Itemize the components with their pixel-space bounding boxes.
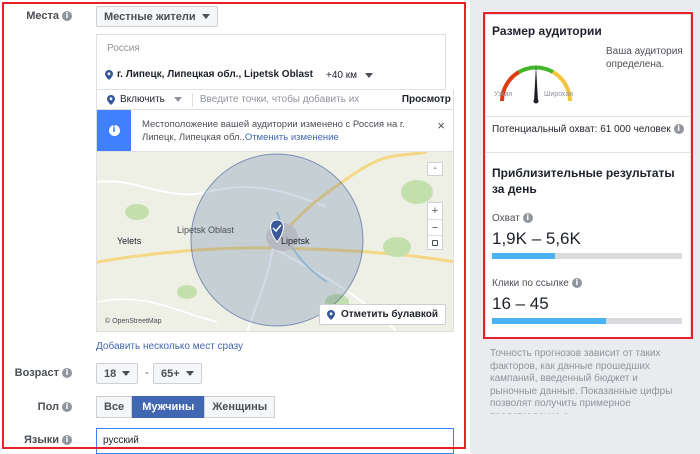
audience-size-card: Размер аудитории Узкая Широкая Ваша ауди… <box>485 14 691 156</box>
drop-pin-button[interactable]: Отметить булавкой <box>319 304 447 325</box>
audience-type-label: Местные жители <box>104 10 196 23</box>
divider <box>191 92 193 107</box>
include-dropdown[interactable]: Включить <box>120 94 182 105</box>
location-pin-icon <box>327 309 335 320</box>
language-token: русский <box>103 435 139 446</box>
age-max-dropdown[interactable]: 65+ <box>153 363 202 384</box>
potential-reach-text: Потенциальный охват: 61 000 человек <box>492 124 671 135</box>
gender-label: Пол i <box>38 401 72 413</box>
clicks-bar-fill <box>492 318 606 324</box>
info-icon[interactable]: i <box>62 435 72 446</box>
languages-input[interactable]: русский <box>96 428 454 454</box>
country-label: Россия <box>107 43 140 54</box>
drop-pin-label: Отметить булавкой <box>341 309 439 320</box>
gauge-narrow-label: Узкая <box>494 91 513 98</box>
age-min-value: 18 <box>104 367 117 380</box>
age-label: Возраст i <box>15 367 72 379</box>
chevron-down-icon <box>365 73 373 78</box>
info-icon[interactable]: i <box>62 402 72 413</box>
city-name: г. Липецк, Липецкая обл., Lipetsk Oblast <box>117 69 313 80</box>
chevron-down-icon <box>201 14 210 19</box>
collapse-map-button[interactable]: - <box>427 162 443 176</box>
languages-label: Языки i <box>24 434 72 446</box>
estimated-results-title: Приблизительные результаты за день <box>492 166 675 196</box>
reach-bar-fill <box>492 253 555 259</box>
reach-value: 1,9K – 5,6K <box>492 229 581 248</box>
audience-gauge-icon <box>500 65 572 104</box>
audience-size-title: Размер аудитории <box>492 24 602 38</box>
info-icon: i <box>108 125 120 136</box>
location-item: г. Липецк, Липецкая обл., Lipetsk Oblast <box>117 69 313 80</box>
age-separator: - <box>145 367 149 379</box>
audience-status: Ваша аудитория определена. <box>606 46 683 70</box>
audience-type-dropdown[interactable]: Местные жители <box>96 6 218 27</box>
gender-option-all[interactable]: Все <box>96 396 133 418</box>
include-label: Включить <box>120 94 165 105</box>
alert-message: Местоположение вашей аудитории изменено … <box>142 118 412 144</box>
zoom-in-button[interactable]: + <box>428 203 442 219</box>
alert-sidebar: i <box>97 110 131 151</box>
location-pin-icon <box>105 70 113 80</box>
add-bulk-locations-link[interactable]: Добавить несколько мест сразу <box>96 341 243 352</box>
reach-label-row: Охват i <box>492 213 533 224</box>
locations-label: Места i <box>26 10 72 22</box>
gender-option-women[interactable]: Женщины <box>204 396 276 418</box>
clicks-bar <box>492 318 682 324</box>
info-icon[interactable]: i <box>62 368 72 379</box>
gender-option-men[interactable]: Мужчины <box>132 396 205 418</box>
estimated-results-card: Приблизительные результаты за день Охват… <box>485 152 691 338</box>
location-map[interactable]: Lipetsk Oblast Lipetsk Yelets © OpenStre… <box>96 152 454 332</box>
divider <box>486 116 690 117</box>
clicks-label: Клики по ссылке <box>492 278 569 289</box>
map-zoom-controls: + − <box>427 202 443 250</box>
include-bar: Включить Введите точки, чтобы добавить и… <box>96 90 454 110</box>
location-pin-icon <box>107 94 115 105</box>
potential-reach: Потенциальный охват: 61 000 человек i <box>492 124 684 135</box>
browse-button[interactable]: Просмотр <box>402 94 451 105</box>
zoom-out-button[interactable]: − <box>428 219 442 235</box>
yelets-label: Yelets <box>117 236 142 246</box>
info-icon[interactable]: i <box>62 11 72 22</box>
targeting-panel: Места i Местные жители Россия г. Липецк, … <box>0 0 470 454</box>
map-attribution: © OpenStreetMap <box>105 318 162 325</box>
info-icon[interactable]: i <box>673 124 684 135</box>
undo-change-link[interactable]: Отменить изменение <box>245 132 339 143</box>
clicks-value: 16 – 45 <box>492 294 549 313</box>
reach-bar <box>492 253 682 259</box>
location-changed-alert: i Местоположение вашей аудитории изменен… <box>96 110 454 152</box>
chevron-down-icon <box>122 371 131 376</box>
selected-locations-box: Россия г. Липецк, Липецкая обл., Lipetsk… <box>96 34 446 90</box>
chevron-down-icon <box>173 97 182 102</box>
close-icon[interactable]: × <box>437 118 445 133</box>
age-max-value: 65+ <box>161 367 180 380</box>
reach-label: Охват <box>492 213 520 224</box>
city-map-label: Lipetsk <box>281 236 310 246</box>
location-search-input[interactable]: Введите точки, чтобы добавить их <box>200 94 400 105</box>
recenter-icon[interactable] <box>428 235 442 249</box>
info-icon[interactable]: i <box>522 213 533 224</box>
radius-value: +40 км <box>326 70 357 81</box>
age-min-dropdown[interactable]: 18 <box>96 363 139 384</box>
clicks-label-row: Клики по ссылке i <box>492 278 582 289</box>
gauge-broad-label: Широкая <box>544 91 574 98</box>
oblast-label: Lipetsk Oblast <box>177 225 235 235</box>
recenter-shape <box>432 239 438 246</box>
gender-selector: Все Мужчины Женщины <box>96 396 276 418</box>
estimate-disclaimer: Точность прогнозов зависит от таких факт… <box>490 348 673 414</box>
info-icon[interactable]: i <box>571 278 582 289</box>
radius-dropdown[interactable]: +40 км <box>326 70 373 81</box>
chevron-down-icon <box>185 371 194 376</box>
